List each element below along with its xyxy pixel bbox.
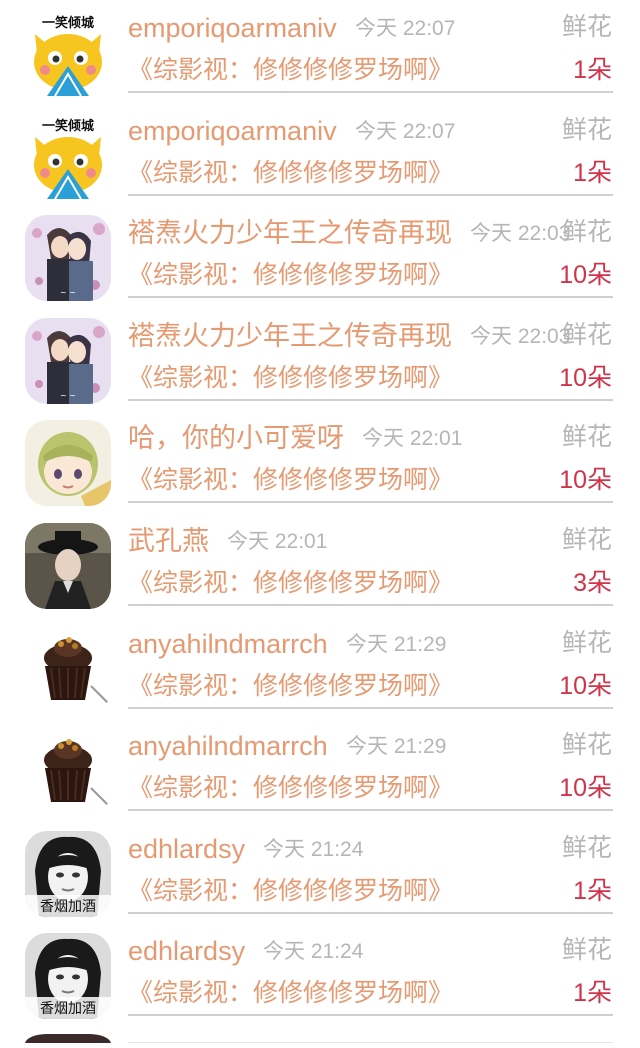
anime-child-avatar-icon[interactable] (25, 420, 111, 506)
gift-count: 1朵 (573, 159, 612, 187)
gift-count: 10朵 (559, 774, 612, 802)
timestamp: 今天 21:29 (346, 633, 447, 656)
svg-text:一笑倾城: 一笑倾城 (42, 15, 94, 31)
gift-record-row[interactable]: ~ ~ 褡焘火力少年王之传奇再现 今天 22:03 鲜花 《综影视：修修修修罗场… (0, 308, 640, 410)
gift-record-row[interactable]: 香烟加酒 edhlardsy 今天 21:24 鲜花 《综影视：修修修修罗场啊》… (0, 821, 640, 923)
cupcake-avatar-icon[interactable] (25, 626, 111, 712)
gift-record-row[interactable]: 一笑倾城 emporiqoarmaniv 今天 22:07 鲜花 《综影视：修修… (0, 103, 640, 205)
gift-type-label: 鲜花 (561, 218, 612, 246)
gift-type-label: 鲜花 (561, 526, 612, 554)
sender-name[interactable]: emporiqoarmaniv (128, 10, 337, 46)
sender-name[interactable]: anyahilndmarrch (128, 728, 328, 764)
book-title[interactable]: 《综影视：修修修修罗场啊》 (128, 52, 453, 88)
gift-count: 3朵 (573, 569, 612, 597)
book-title[interactable]: 《综影视：修修修修罗场啊》 (128, 462, 453, 498)
bw-portrait-avatar-icon-image: 香烟加酒 (25, 831, 111, 917)
next-row-peek (0, 1030, 640, 1048)
sender-name[interactable]: anyahilndmarrch (128, 626, 328, 662)
book-title[interactable]: 《综影视：修修修修罗场啊》 (128, 360, 453, 396)
sender-name[interactable]: 哈，你的小可爱呀 (128, 420, 344, 456)
sender-name[interactable]: 武孔燕 (128, 523, 209, 559)
cupcake-avatar-icon-image (25, 626, 111, 712)
row-divider (128, 912, 613, 914)
costume-actor-avatar-icon[interactable] (25, 523, 111, 609)
gift-count: 1朵 (573, 56, 612, 84)
gift-record-row[interactable]: 香烟加酒 edhlardsy 今天 21:24 鲜花 《综影视：修修修修罗场啊》… (0, 923, 640, 1025)
gift-count: 10朵 (559, 466, 612, 494)
anime-couple-avatar-icon[interactable]: ~ ~ (25, 318, 111, 404)
gift-record-row[interactable]: 哈，你的小可爱呀 今天 22:01 鲜花 《综影视：修修修修罗场啊》 10朵 (0, 410, 640, 512)
sender-name[interactable]: emporiqoarmaniv (128, 113, 337, 149)
gift-count: 1朵 (573, 979, 612, 1007)
timestamp: 今天 21:29 (346, 735, 447, 758)
anime-couple-avatar-icon-image: ~ ~ (25, 318, 111, 404)
cat-avatar-icon-image: 一笑倾城 (25, 10, 111, 96)
anime-child-avatar-icon-image (25, 420, 111, 506)
book-title[interactable]: 《综影视：修修修修罗场啊》 (128, 668, 453, 704)
book-title[interactable]: 《综影视：修修修修罗场啊》 (128, 770, 453, 806)
gift-type-label: 鲜花 (561, 936, 612, 964)
book-title[interactable]: 《综影视：修修修修罗场啊》 (128, 155, 453, 191)
gift-count: 10朵 (559, 261, 612, 289)
gift-count: 10朵 (559, 672, 612, 700)
gift-count: 10朵 (559, 364, 612, 392)
gift-count: 1朵 (573, 877, 612, 905)
anime-couple-avatar-icon[interactable]: ~ ~ (25, 215, 111, 301)
gift-type-label: 鲜花 (561, 834, 612, 862)
row-divider (128, 1014, 613, 1016)
row-divider (128, 399, 613, 401)
row-divider (128, 501, 613, 503)
timestamp: 今天 22:07 (355, 120, 456, 143)
gift-type-label: 鲜花 (561, 423, 612, 451)
bw-portrait-avatar-icon-image: 香烟加酒 (25, 933, 111, 1019)
row-divider (128, 91, 613, 93)
row-divider (128, 707, 613, 709)
gift-type-label: 鲜花 (561, 116, 612, 144)
sender-name[interactable]: 褡焘火力少年王之传奇再现 (128, 318, 452, 354)
gift-type-label: 鲜花 (561, 321, 612, 349)
timestamp: 今天 22:03 (470, 222, 571, 245)
gift-record-row[interactable]: ~ ~ 褡焘火力少年王之传奇再现 今天 22:03 鲜花 《综影视：修修修修罗场… (0, 205, 640, 307)
gift-record-list: 一笑倾城 emporiqoarmaniv 今天 22:07 鲜花 《综影视：修修… (0, 0, 640, 1039)
gift-type-label: 鲜花 (561, 731, 612, 759)
book-title[interactable]: 《综影视：修修修修罗场啊》 (128, 975, 453, 1011)
cat-avatar-icon[interactable]: 一笑倾城 (25, 113, 111, 199)
sender-name[interactable]: edhlardsy (128, 933, 245, 969)
svg-text:香烟加酒: 香烟加酒 (40, 1001, 96, 1017)
row-divider (128, 809, 613, 811)
gift-type-label: 鲜花 (561, 13, 612, 41)
svg-text:一笑倾城: 一笑倾城 (42, 118, 94, 134)
cupcake-avatar-icon-image (25, 728, 111, 814)
gift-record-row[interactable]: 一笑倾城 emporiqoarmaniv 今天 22:07 鲜花 《综影视：修修… (0, 0, 640, 102)
gift-record-row[interactable]: 武孔燕 今天 22:01 鲜花 《综影视：修修修修罗场啊》 3朵 (0, 513, 640, 615)
book-title[interactable]: 《综影视：修修修修罗场啊》 (128, 257, 453, 293)
bw-portrait-avatar-icon[interactable]: 香烟加酒 (25, 831, 111, 917)
costume-actor-avatar-icon-image (25, 523, 111, 609)
timestamp: 今天 22:01 (362, 427, 463, 450)
book-title[interactable]: 《综影视：修修修修罗场啊》 (128, 873, 453, 909)
bw-portrait-avatar-icon[interactable]: 香烟加酒 (25, 933, 111, 1019)
row-divider (128, 194, 613, 196)
cupcake-avatar-icon[interactable] (25, 728, 111, 814)
row-divider (128, 296, 613, 298)
timestamp: 今天 22:07 (355, 17, 456, 40)
gift-record-row[interactable]: anyahilndmarrch 今天 21:29 鲜花 《综影视：修修修修罗场啊… (0, 718, 640, 820)
gift-record-row[interactable]: anyahilndmarrch 今天 21:29 鲜花 《综影视：修修修修罗场啊… (0, 616, 640, 718)
svg-text:~ ~: ~ ~ (60, 288, 76, 297)
svg-text:香烟加酒: 香烟加酒 (40, 899, 96, 915)
cat-avatar-icon-image: 一笑倾城 (25, 113, 111, 199)
sender-name[interactable]: edhlardsy (128, 831, 245, 867)
svg-text:~ ~: ~ ~ (60, 391, 76, 400)
row-divider (128, 604, 613, 606)
timestamp: 今天 22:03 (470, 325, 571, 348)
gift-type-label: 鲜花 (561, 629, 612, 657)
book-title[interactable]: 《综影视：修修修修罗场啊》 (128, 565, 453, 601)
sender-name[interactable]: 褡焘火力少年王之传奇再现 (128, 215, 452, 251)
anime-couple-avatar-icon-image: ~ ~ (25, 215, 111, 301)
timestamp: 今天 21:24 (263, 940, 364, 963)
timestamp: 今天 22:01 (227, 530, 328, 553)
timestamp: 今天 21:24 (263, 838, 364, 861)
cat-avatar-icon[interactable]: 一笑倾城 (25, 10, 111, 96)
